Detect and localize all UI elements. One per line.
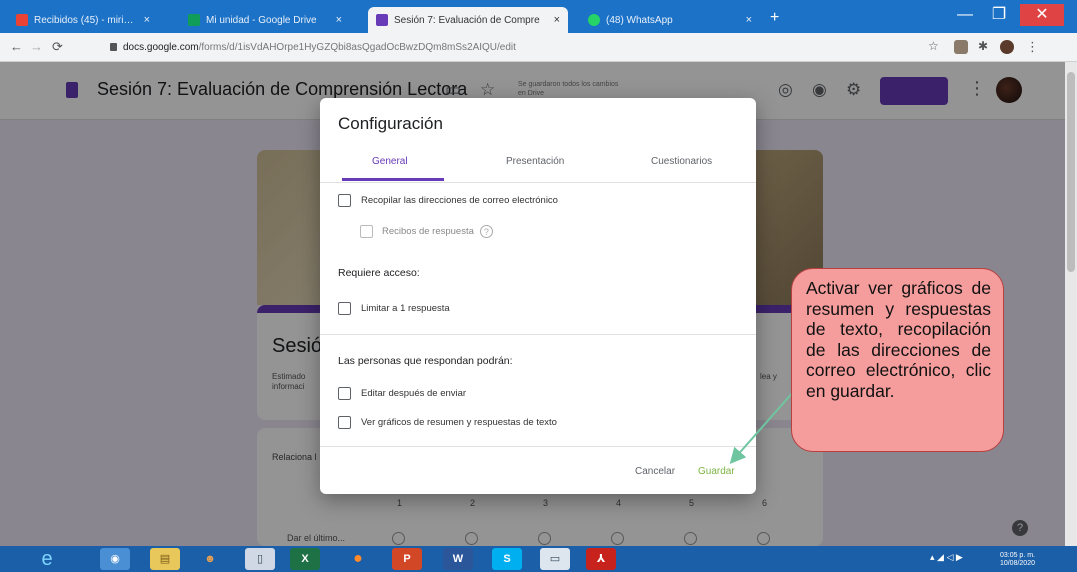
limit-one-response-checkbox[interactable] xyxy=(338,302,351,315)
tab-general[interactable]: General xyxy=(372,156,408,167)
footer-divider xyxy=(320,446,756,447)
drive-icon xyxy=(188,14,200,26)
menu-icon[interactable]: ⋮ xyxy=(1026,39,1039,55)
section-divider xyxy=(320,334,756,335)
reload-icon[interactable]: ⟳ xyxy=(52,39,63,55)
close-icon[interactable]: × xyxy=(746,14,752,26)
clock-time: 03:05 p. m. xyxy=(999,552,1035,559)
system-clock[interactable]: 03:05 p. m. 10/08/2020 xyxy=(975,552,1035,568)
url-path: /forms/d/1isVdAHOrpe1HyGZQbi8asQgadOcBwz… xyxy=(198,42,516,53)
close-icon[interactable]: × xyxy=(554,14,560,26)
response-receipts-row: Recibos de respuesta? xyxy=(382,225,493,238)
star-icon[interactable]: ☆ xyxy=(928,39,939,53)
active-tab-indicator xyxy=(342,178,444,181)
instruction-callout: Activar ver gráficos de resumen y respue… xyxy=(791,268,1004,452)
windows-taskbar: e ◉ ▤ ☻ ▯ X ● P W S ▭ ⅄ ▴ ◢ ◁ ▶ 03:05 p.… xyxy=(0,546,1077,572)
excel-icon[interactable]: X xyxy=(290,548,320,570)
forward-icon[interactable]: → xyxy=(30,39,43,54)
whatsapp-icon xyxy=(588,14,600,26)
cancel-button[interactable]: Cancelar xyxy=(635,466,675,477)
powerpoint-icon[interactable]: P xyxy=(392,548,422,570)
tab-presentacion[interactable]: Presentación xyxy=(506,156,564,167)
response-receipts-label: Recibos de respuesta xyxy=(382,226,474,238)
url-host: docs.google.com xyxy=(123,42,199,53)
paint-icon[interactable]: ☻ xyxy=(195,548,225,570)
save-button[interactable]: Guardar xyxy=(698,466,735,477)
close-icon[interactable]: × xyxy=(144,14,150,26)
lock-icon xyxy=(110,43,117,52)
tab-label: Recibidos (45) - miriamcalle4@g xyxy=(34,14,138,26)
close-window-button[interactable]: ✕ xyxy=(1020,4,1064,26)
see-summary-charts-checkbox[interactable] xyxy=(338,416,351,429)
collect-emails-checkbox[interactable] xyxy=(338,194,351,207)
url-input[interactable]: docs.google.com/forms/d/1isVdAHOrpe1HyGZ… xyxy=(110,37,950,58)
tab-drive[interactable]: Mi unidad - Google Drive × xyxy=(180,7,350,33)
edit-after-submit-label: Editar después de enviar xyxy=(361,388,467,399)
word-icon[interactable]: W xyxy=(443,548,473,570)
limit-one-response-label: Limitar a 1 respuesta xyxy=(361,303,450,314)
collect-emails-label: Recopilar las direcciones de correo elec… xyxy=(361,195,558,206)
chrome-icon[interactable]: ◉ xyxy=(100,548,130,570)
firefox-icon[interactable]: ● xyxy=(343,548,373,570)
clock-date: 10/08/2020 xyxy=(999,560,1035,567)
see-summary-charts-label: Ver gráficos de resumen y respuestas de … xyxy=(361,417,557,428)
edit-after-submit-checkbox[interactable] xyxy=(338,387,351,400)
settings-dialog: Configuración General Presentación Cuest… xyxy=(320,98,756,494)
tab-label: Sesión 7: Evaluación de Compre xyxy=(394,14,540,26)
dialog-title: Configuración xyxy=(338,114,443,133)
notepad-icon[interactable]: ▯ xyxy=(245,548,275,570)
maximize-button[interactable]: ❐ xyxy=(984,4,1014,26)
tab-cuestionarios[interactable]: Cuestionarios xyxy=(651,156,712,167)
system-tray-icons[interactable]: ▴ ◢ ◁ ▶ xyxy=(930,552,963,563)
back-icon[interactable]: ← xyxy=(10,39,23,54)
scrollbar-thumb[interactable] xyxy=(1067,72,1075,272)
tab-divider xyxy=(320,182,756,183)
callout-text: Activar ver gráficos de resumen y respue… xyxy=(806,278,991,401)
minimize-button[interactable]: — xyxy=(950,4,980,26)
forms-icon xyxy=(376,14,388,26)
file-explorer-icon[interactable]: ▤ xyxy=(150,548,180,570)
close-icon[interactable]: × xyxy=(336,14,342,26)
ie-icon[interactable]: e xyxy=(32,548,62,570)
new-tab-button[interactable]: + xyxy=(770,9,779,27)
address-bar: ← → ⟳ docs.google.com/forms/d/1isVdAHOrp… xyxy=(0,33,1077,62)
tab-gmail[interactable]: Recibidos (45) - miriamcalle4@g × xyxy=(8,7,158,33)
response-receipts-checkbox[interactable] xyxy=(360,225,373,238)
help-question-icon[interactable]: ? xyxy=(479,225,493,238)
respondents-can-heading: Las personas que respondan podrán: xyxy=(338,355,513,367)
tab-whatsapp[interactable]: (48) WhatsApp × xyxy=(580,7,760,33)
extensions-puzzle-icon[interactable]: ✱ xyxy=(978,39,988,53)
gmail-icon xyxy=(16,14,28,26)
tab-label: (48) WhatsApp xyxy=(606,14,673,26)
extension-icon[interactable] xyxy=(954,40,968,54)
media-icon[interactable]: ▭ xyxy=(540,548,570,570)
skype-icon[interactable]: S xyxy=(492,548,522,570)
acrobat-icon[interactable]: ⅄ xyxy=(586,548,616,570)
profile-icon[interactable] xyxy=(1000,40,1014,54)
tab-forms[interactable]: Sesión 7: Evaluación de Compre × xyxy=(368,7,568,33)
tab-label: Mi unidad - Google Drive xyxy=(206,14,317,26)
browser-tab-strip: Recibidos (45) - miriamcalle4@g × Mi uni… xyxy=(0,0,1077,33)
requires-access-heading: Requiere acceso: xyxy=(338,267,420,279)
